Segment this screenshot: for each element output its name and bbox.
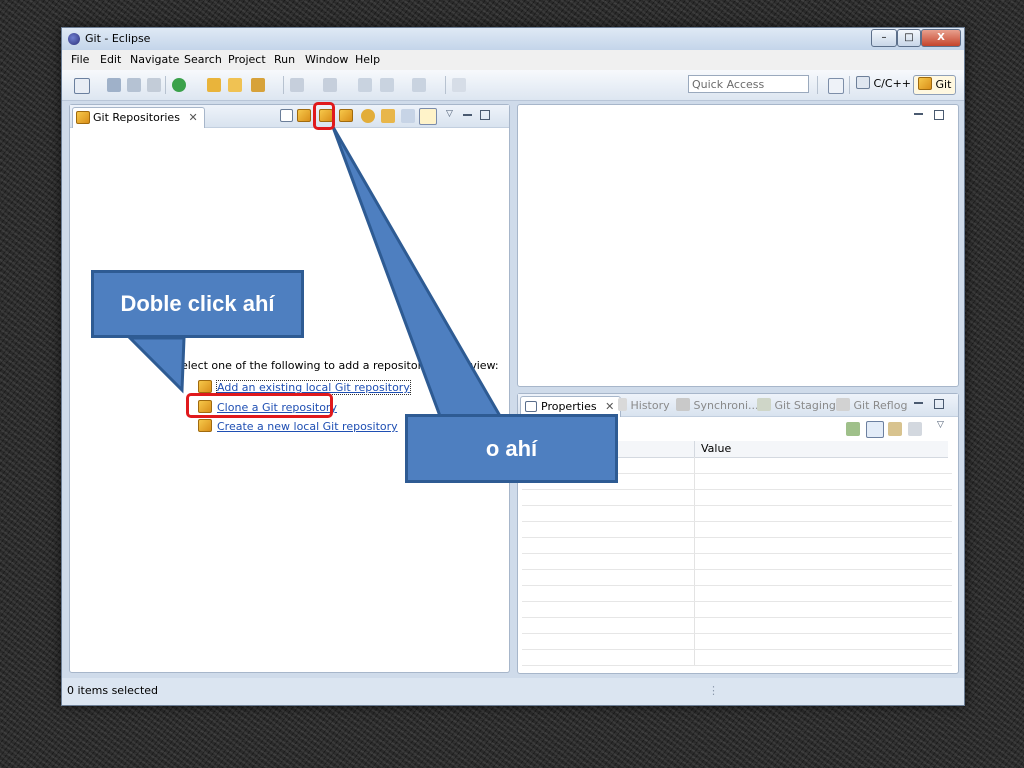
clone-button-highlight bbox=[313, 102, 335, 130]
right-callout-pointer bbox=[331, 126, 503, 418]
left-callout-pointer bbox=[126, 336, 186, 394]
callout-pointers bbox=[126, 126, 503, 418]
clone-link-highlight bbox=[186, 393, 333, 418]
left-callout: Doble click ahí bbox=[91, 270, 304, 338]
right-callout: o ahí bbox=[405, 414, 618, 483]
